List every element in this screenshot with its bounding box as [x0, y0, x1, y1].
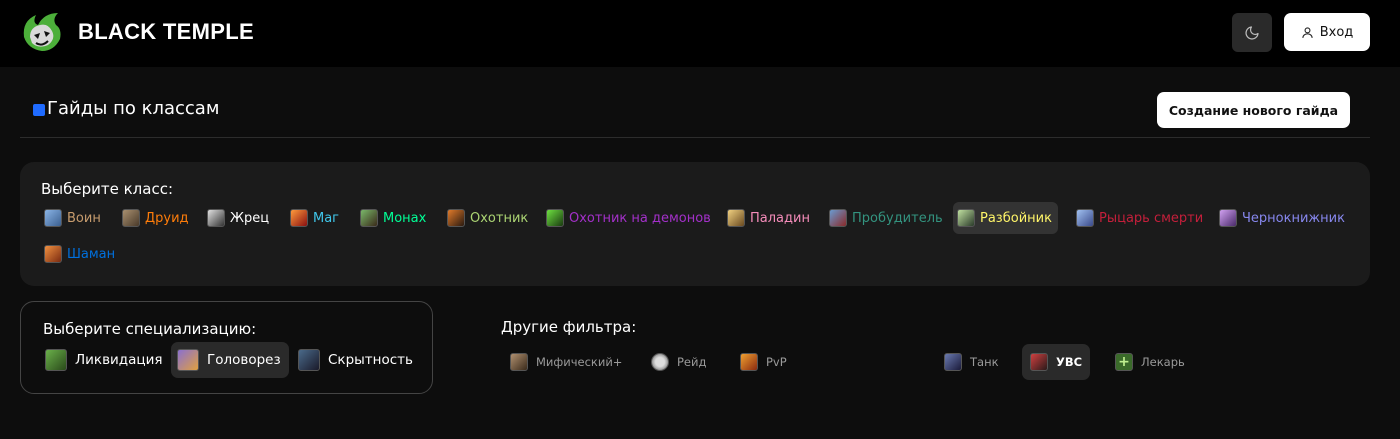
filter-healer[interactable]: + Лекарь: [1107, 344, 1193, 380]
tank-icon: [944, 353, 962, 371]
class-item-hunter[interactable]: Охотник: [443, 202, 534, 234]
class-label: Друид: [145, 210, 189, 226]
paladin-icon: [727, 209, 745, 227]
class-item-demon-hunter[interactable]: Охотник на демонов: [542, 202, 717, 234]
spec-item-assassination[interactable]: Ликвидация: [39, 342, 171, 378]
warrior-icon: [44, 209, 62, 227]
class-item-warrior[interactable]: Воин: [40, 202, 107, 234]
assassination-icon: [45, 349, 67, 371]
filter-pvp[interactable]: PvP: [732, 344, 795, 380]
spec-item-subtlety[interactable]: Скрытность: [292, 342, 421, 378]
new-guide-button[interactable]: Создание нового гайда: [1157, 92, 1350, 128]
filter-label: Танк: [970, 355, 999, 369]
moon-icon: [1245, 25, 1259, 40]
filter-mythic-plus[interactable]: Мифический+: [502, 344, 630, 380]
filter-raid[interactable]: Рейд: [643, 344, 714, 380]
filter-label: Мифический+: [536, 355, 623, 369]
class-selector-label: Выберите класс:: [41, 180, 174, 198]
title-marker: [33, 104, 45, 116]
class-item-druid[interactable]: Друид: [118, 202, 195, 234]
rogue-icon: [957, 209, 975, 227]
subtlety-icon: [298, 349, 320, 371]
class-item-death-knight[interactable]: Рыцарь смерти: [1072, 202, 1209, 234]
warlock-icon: [1219, 209, 1237, 227]
filter-label: УВС: [1056, 355, 1083, 369]
class-item-mage[interactable]: Маг: [286, 202, 345, 234]
class-label: Охотник на демонов: [569, 210, 711, 226]
filter-label: Лекарь: [1141, 355, 1185, 369]
druid-icon: [122, 209, 140, 227]
damage-icon: [1030, 353, 1048, 371]
priest-icon: [207, 209, 225, 227]
divider: [20, 137, 1370, 138]
pvp-icon: [740, 353, 758, 371]
spec-label: Головорез: [207, 352, 281, 368]
healer-icon: +: [1115, 353, 1133, 371]
class-item-paladin[interactable]: Паладин: [723, 202, 816, 234]
class-label: Пробудитель: [852, 210, 943, 226]
shaman-icon: [44, 245, 62, 263]
class-label: Шаман: [67, 246, 116, 262]
outlaw-icon: [177, 349, 199, 371]
class-item-warlock[interactable]: Чернокнижник: [1215, 202, 1351, 234]
class-label: Разбойник: [980, 210, 1052, 226]
other-filters-label: Другие фильтра:: [501, 318, 637, 336]
mage-icon: [290, 209, 308, 227]
class-item-shaman[interactable]: Шаман: [40, 238, 121, 270]
monk-icon: [360, 209, 378, 227]
class-item-rogue[interactable]: Разбойник: [953, 202, 1058, 234]
class-item-monk[interactable]: Монах: [356, 202, 432, 234]
class-label: Маг: [313, 210, 340, 226]
class-item-evoker[interactable]: Пробудитель: [825, 202, 949, 234]
evoker-icon: [829, 209, 847, 227]
class-label: Воин: [67, 210, 101, 226]
top-bar: BLACK TEMPLE Вход: [0, 0, 1400, 67]
class-label: Монах: [383, 210, 427, 226]
class-label: Охотник: [470, 210, 529, 226]
filter-tank[interactable]: Танк: [936, 344, 1007, 380]
filter-label: PvP: [766, 355, 787, 369]
class-selector-panel: Выберите класс: Воин Друид Жрец Маг Мона…: [20, 162, 1370, 286]
demon-hunter-icon: [546, 209, 564, 227]
spec-label: Ликвидация: [75, 352, 163, 368]
class-label: Чернокнижник: [1242, 210, 1345, 226]
page-title: Гайды по классам: [47, 98, 220, 119]
class-item-priest[interactable]: Жрец: [203, 202, 275, 234]
hunter-icon: [447, 209, 465, 227]
brand-title[interactable]: BLACK TEMPLE: [78, 19, 254, 45]
filter-damage[interactable]: УВС: [1022, 344, 1091, 380]
login-label: Вход: [1319, 24, 1354, 40]
death-knight-icon: [1076, 209, 1094, 227]
class-label: Паладин: [750, 210, 810, 226]
class-label: Рыцарь смерти: [1099, 210, 1204, 226]
spec-item-outlaw[interactable]: Головорез: [171, 342, 289, 378]
filter-label: Рейд: [677, 355, 707, 369]
user-icon: [1302, 26, 1313, 38]
theme-toggle-button[interactable]: [1232, 13, 1272, 52]
black-temple-logo[interactable]: [18, 7, 66, 55]
spec-label: Скрытность: [328, 352, 414, 368]
login-button[interactable]: Вход: [1284, 13, 1370, 51]
raid-icon: [651, 353, 669, 371]
class-label: Жрец: [230, 210, 270, 226]
spec-selector-panel: Выберите специализацию: Ликвидация Голов…: [20, 301, 433, 394]
spec-selector-label: Выберите специализацию:: [43, 320, 257, 338]
mythic-plus-icon: [510, 353, 528, 371]
